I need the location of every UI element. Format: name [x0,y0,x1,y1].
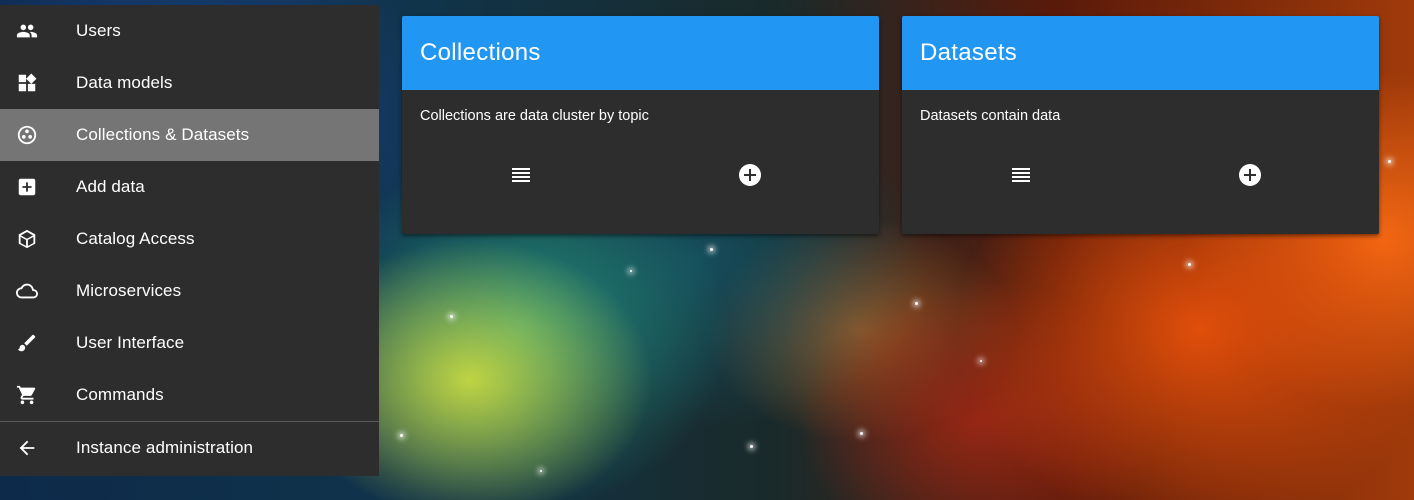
sidebar-item-label: Data models [76,73,173,92]
card-description: Collections are data cluster by topic [420,108,649,124]
sidebar-item-label: User Interface [76,333,185,352]
collections-card: Collections Collections are data cluster… [402,16,879,234]
sidebar-item-users[interactable]: Users [0,5,379,57]
add-dataset-button[interactable] [1237,162,1263,188]
cart-icon [15,383,39,407]
sidebar-item-label: Microservices [76,281,182,300]
sidebar-item-add-data[interactable]: Add data [0,161,379,213]
sidebar: Users Data models Collections & Datasets… [0,5,379,476]
arrow-back-icon [15,436,39,460]
sidebar-item-label: Commands [76,385,164,404]
add-circle-icon [1239,164,1261,186]
sidebar-item-label: Catalog Access [76,229,195,248]
card-header: Datasets [902,16,1379,90]
sidebar-item-label: Add data [76,177,145,196]
card-description: Datasets contain data [920,108,1061,124]
cloud-icon [15,279,39,303]
sidebar-item-collections-datasets[interactable]: Collections & Datasets [0,109,379,161]
sidebar-item-user-interface[interactable]: User Interface [0,317,379,369]
card-title: Collections [420,39,541,66]
users-icon [15,19,39,43]
sidebar-item-label: Users [76,21,121,40]
sidebar-item-label: Collections & Datasets [76,125,250,144]
collections-icon [15,123,39,147]
sidebar-item-data-models[interactable]: Data models [0,57,379,109]
add-circle-icon [739,164,761,186]
sidebar-item-instance-administration[interactable]: Instance administration [0,421,379,474]
list-collections-button[interactable] [508,162,534,188]
sidebar-item-microservices[interactable]: Microservices [0,265,379,317]
list-datasets-button[interactable] [1008,162,1034,188]
list-icon [512,168,530,182]
datasets-card: Datasets Datasets contain data [902,16,1379,234]
cube-icon [15,227,39,251]
sidebar-item-label: Instance administration [76,438,254,457]
card-actions [902,162,1379,188]
brush-icon [15,331,39,355]
sidebar-item-catalog-access[interactable]: Catalog Access [0,213,379,265]
add-collection-button[interactable] [737,162,763,188]
add-box-icon [15,175,39,199]
card-title: Datasets [920,39,1018,66]
list-icon [1012,168,1030,182]
sidebar-item-commands[interactable]: Commands [0,369,379,421]
widgets-icon [15,71,39,95]
card-header: Collections [402,16,879,90]
card-actions [402,162,879,188]
